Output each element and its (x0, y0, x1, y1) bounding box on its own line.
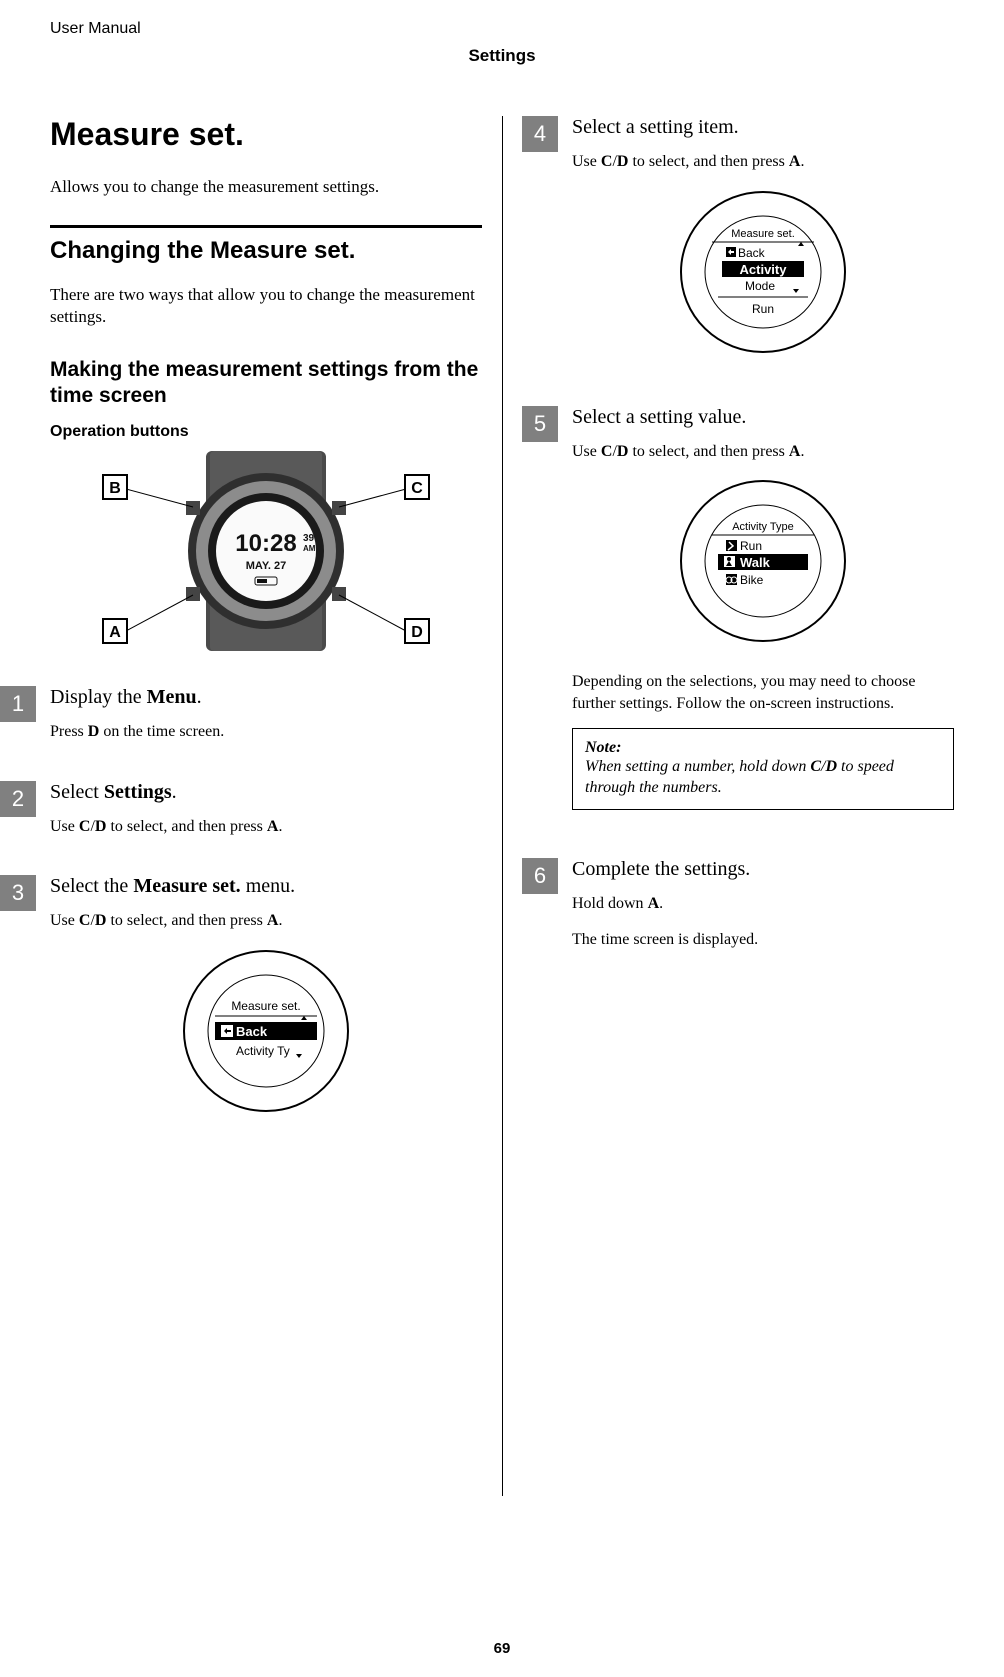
step-desc: Press D on the time screen. (50, 721, 482, 743)
step-title: Select Settings. (50, 781, 482, 804)
subsection-heading: Making the measurement settings from the… (50, 357, 482, 410)
screen-figure-step3: Measure set. Back Activity Ty (50, 946, 482, 1121)
chapter-title: Settings (50, 46, 954, 66)
step-title: Select a setting item. (572, 116, 954, 139)
svg-text:Activity Ty: Activity Ty (236, 1044, 290, 1058)
svg-text:Walk: Walk (740, 555, 771, 570)
step-desc: Use C/D to select, and then press A. (572, 441, 954, 463)
section-heading: Changing the Measure set. (50, 238, 482, 264)
page-title: Measure set. (50, 116, 482, 153)
step-number: 5 (522, 406, 558, 442)
note-text: When setting a number, hold down C/D to … (585, 757, 941, 799)
step-title: Select the Measure set. menu. (50, 875, 482, 898)
screen-figure-step5: Activity Type Run Walk Bike (572, 476, 954, 651)
page-number: 69 (0, 1640, 1004, 1657)
step-number: 1 (0, 686, 36, 722)
step-extra: The time screen is displayed. (572, 929, 954, 951)
svg-text:Activity: Activity (740, 262, 788, 277)
step-3: 3 Select the Measure set. menu. Use C/D … (50, 875, 482, 1141)
watch-ampm: AM (303, 544, 316, 553)
step-1: 1 Display the Menu. Press D on the time … (50, 686, 482, 757)
step-number: 2 (0, 781, 36, 817)
section-intro: There are two ways that allow you to cha… (50, 284, 482, 328)
svg-text:Mode: Mode (745, 279, 775, 293)
svg-text:Measure set.: Measure set. (731, 228, 795, 240)
step-title: Select a setting value. (572, 406, 954, 429)
step-desc: Use C/D to select, and then press A. (572, 151, 954, 173)
step-4: 4 Select a setting item. Use C/D to sele… (522, 116, 954, 382)
watch-date: MAY. 27 (246, 560, 287, 572)
step-desc: Use C/D to select, and then press A. (50, 816, 482, 838)
svg-text:Back: Back (236, 1024, 268, 1039)
button-label-d: D (411, 624, 423, 641)
section-rule (50, 225, 482, 228)
step-2: 2 Select Settings. Use C/D to select, an… (50, 781, 482, 852)
button-label-a: A (109, 624, 121, 641)
svg-text:Run: Run (752, 302, 774, 316)
header-label: User Manual (50, 20, 954, 38)
operation-buttons-label: Operation buttons (50, 423, 482, 441)
watch-svg: 10:28 39 AM MAY. 27 B C (91, 451, 441, 651)
step-extra: Depending on the selections, you may nee… (572, 671, 954, 714)
svg-text:Run: Run (740, 539, 762, 553)
svg-text:Measure set.: Measure set. (231, 999, 300, 1013)
step-number: 4 (522, 116, 558, 152)
watch-seconds: 39 (303, 533, 315, 544)
watch-figure: 10:28 39 AM MAY. 27 B C (50, 451, 482, 656)
step-number: 3 (0, 875, 36, 911)
svg-text:Activity Type: Activity Type (732, 521, 794, 533)
intro-text: Allows you to change the measurement set… (50, 177, 482, 197)
step-6: 6 Complete the settings. Hold down A. Th… (522, 858, 954, 964)
step-title: Complete the settings. (572, 858, 954, 881)
button-label-c: C (411, 480, 423, 497)
step-desc: Hold down A. (572, 893, 954, 915)
step-number: 6 (522, 858, 558, 894)
column-divider (502, 116, 503, 1496)
step-title: Display the Menu. (50, 686, 482, 709)
step-desc: Use C/D to select, and then press A. (50, 910, 482, 932)
screen-figure-step4: Measure set. Back Activity Mode Run (572, 187, 954, 362)
note-box: Note: When setting a number, hold down C… (572, 728, 954, 810)
svg-text:Back: Back (738, 246, 766, 260)
watch-time: 10:28 (235, 530, 296, 557)
svg-text:Bike: Bike (740, 573, 764, 587)
button-label-b: B (109, 480, 121, 497)
note-label: Note: (585, 739, 941, 757)
step-5: 5 Select a setting value. Use C/D to sel… (522, 406, 954, 834)
